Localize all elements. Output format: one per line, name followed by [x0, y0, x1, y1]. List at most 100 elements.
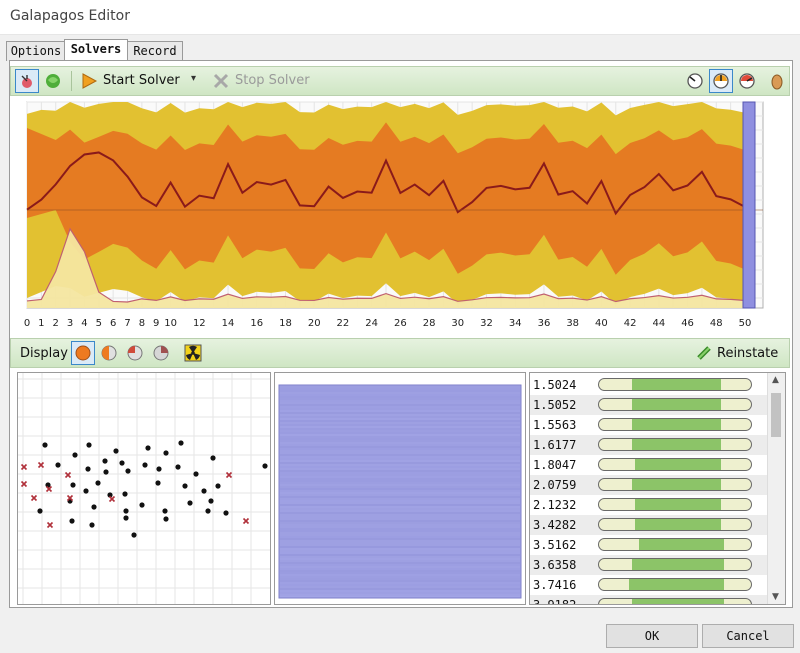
genome-point [215, 483, 221, 489]
genome-fitness-value: 1.5052 [533, 398, 577, 412]
genome-fitness-bar [598, 458, 752, 471]
tab-record[interactable]: Record [127, 41, 183, 61]
discarded-genome-mark [30, 494, 38, 502]
annealing-solver-icon[interactable] [41, 69, 65, 93]
x-tick-label: 7 [124, 318, 130, 329]
genome-list-row[interactable]: 1.5563 [530, 415, 770, 435]
genome-point [113, 448, 119, 454]
scroll-down-icon[interactable]: ▼ [772, 592, 779, 602]
solver-toolbar: Start Solver ▾ Stop Solver [10, 66, 790, 96]
discarded-genome-mark [108, 495, 116, 503]
start-solver-dropdown-icon[interactable]: ▾ [191, 73, 196, 84]
genome-list-row[interactable]: 2.0759 [530, 475, 770, 495]
x-tick-label: 48 [710, 318, 723, 329]
genome-point [69, 518, 75, 524]
display-mode-orange-icon[interactable] [71, 341, 95, 365]
genome-fitness-value: 1.5563 [533, 418, 577, 432]
genome-fitness-bar [598, 558, 752, 571]
genome-point [208, 498, 214, 504]
genome-point [70, 482, 76, 488]
genome-fitness-bar [598, 598, 752, 604]
genome-fitness-fill [632, 479, 721, 490]
x-tick-label: 22 [337, 318, 350, 329]
scroll-up-icon[interactable]: ▲ [772, 375, 779, 385]
genome-list-row[interactable]: 3.9182 [530, 595, 770, 604]
list-scrollbar[interactable]: ▲ ▼ [767, 373, 785, 604]
genome-point [201, 488, 207, 494]
cancel-button[interactable]: Cancel [702, 624, 794, 648]
egg-icon[interactable] [765, 69, 789, 93]
genome-fitness-fill [632, 399, 721, 410]
x-tick-label: 4 [81, 318, 87, 329]
genome-point [89, 522, 95, 528]
gauge-high-icon[interactable] [735, 69, 759, 93]
genome-distribution [278, 384, 522, 599]
genome-fitness-fill [629, 579, 724, 590]
reinstate-icon[interactable] [693, 341, 717, 365]
x-tick-label: 0 [24, 318, 30, 329]
ok-button[interactable]: OK [606, 624, 698, 648]
x-tick-label: 34 [509, 318, 522, 329]
genome-fitness-value: 3.6358 [533, 558, 577, 572]
x-tick-label: 9 [153, 318, 159, 329]
genome-fitness-value: 3.4282 [533, 518, 577, 532]
genome-list-row[interactable]: 1.5052 [530, 395, 770, 415]
genome-map[interactable] [18, 373, 270, 604]
genome-list-row[interactable]: 3.7416 [530, 575, 770, 595]
genome-list-row[interactable]: 1.5024 [530, 375, 770, 395]
genome-list-row[interactable]: 2.1232 [530, 495, 770, 515]
genome-fitness-fill [632, 439, 721, 450]
display-mode-red-icon[interactable] [123, 341, 147, 365]
genome-point [119, 460, 125, 466]
genome-list-row[interactable]: 1.6177 [530, 435, 770, 455]
genome-list-row[interactable]: 3.6358 [530, 555, 770, 575]
genome-map-panel[interactable] [17, 372, 271, 605]
evolutionary-solver-icon[interactable] [15, 69, 39, 93]
discarded-genome-mark [20, 463, 28, 471]
discarded-genome-mark [225, 471, 233, 479]
radiation-icon[interactable] [181, 341, 205, 365]
genome-fitness-fill [632, 379, 721, 390]
x-tick-label: 14 [222, 318, 235, 329]
genome-point [193, 471, 199, 477]
genome-point [91, 504, 97, 510]
gauge-low-icon[interactable] [683, 69, 707, 93]
genome-point [123, 508, 129, 514]
toolbar-separator [71, 71, 72, 91]
x-tick-label: 30 [451, 318, 464, 329]
start-solver-icon[interactable] [77, 69, 101, 93]
fitness-chart-svg[interactable]: 0 1 2 3 4 5 6 7 8 9 10 12 14 16 18 20 22 24 26 28 30 32 34 36 38… [17, 98, 787, 332]
genome-point [123, 515, 129, 521]
stop-solver-button: Stop Solver [235, 73, 310, 88]
x-tick-label: 5 [96, 318, 102, 329]
generation-selection-bar [742, 101, 756, 309]
genome-point [162, 508, 168, 514]
genome-list-row[interactable]: 1.8047 [530, 455, 770, 475]
x-tick-label: 8 [139, 318, 145, 329]
genome-list-row[interactable]: 3.4282 [530, 515, 770, 535]
x-tick-label: 44 [652, 318, 665, 329]
x-tick-label: 12 [193, 318, 206, 329]
fitness-chart[interactable]: 0 1 2 3 4 5 6 7 8 9 10 12 14 16 18 20 22 24 26 28 30 32 34 36 38… [17, 98, 787, 332]
gauge-mid-icon[interactable] [709, 69, 733, 93]
scroll-thumb[interactable] [771, 393, 781, 437]
display-mode-mixed-icon[interactable] [97, 341, 121, 365]
genome-point [55, 462, 61, 468]
discarded-genome-mark [64, 471, 72, 479]
x-tick-label: 50 [739, 318, 752, 329]
genome-fitness-fill [632, 559, 724, 570]
tab-options[interactable]: Options [6, 41, 66, 61]
genome-point [187, 500, 193, 506]
genome-distribution-panel[interactable] [274, 372, 526, 605]
reinstate-button[interactable]: Reinstate [717, 346, 778, 361]
genome-point [72, 452, 78, 458]
x-tick-label: 2 [53, 318, 59, 329]
genome-point [210, 455, 216, 461]
genome-fitness-value: 2.1232 [533, 498, 577, 512]
genome-point [102, 458, 108, 464]
genome-list-row[interactable]: 3.5162 [530, 535, 770, 555]
genome-list-panel[interactable]: 1.5024 1.5052 1.5563 1.6177 1.8047 2.0759 2.12… [529, 372, 786, 605]
start-solver-button[interactable]: Start Solver [103, 73, 180, 88]
genome-point [131, 532, 137, 538]
display-mode-gray-icon[interactable] [149, 341, 173, 365]
